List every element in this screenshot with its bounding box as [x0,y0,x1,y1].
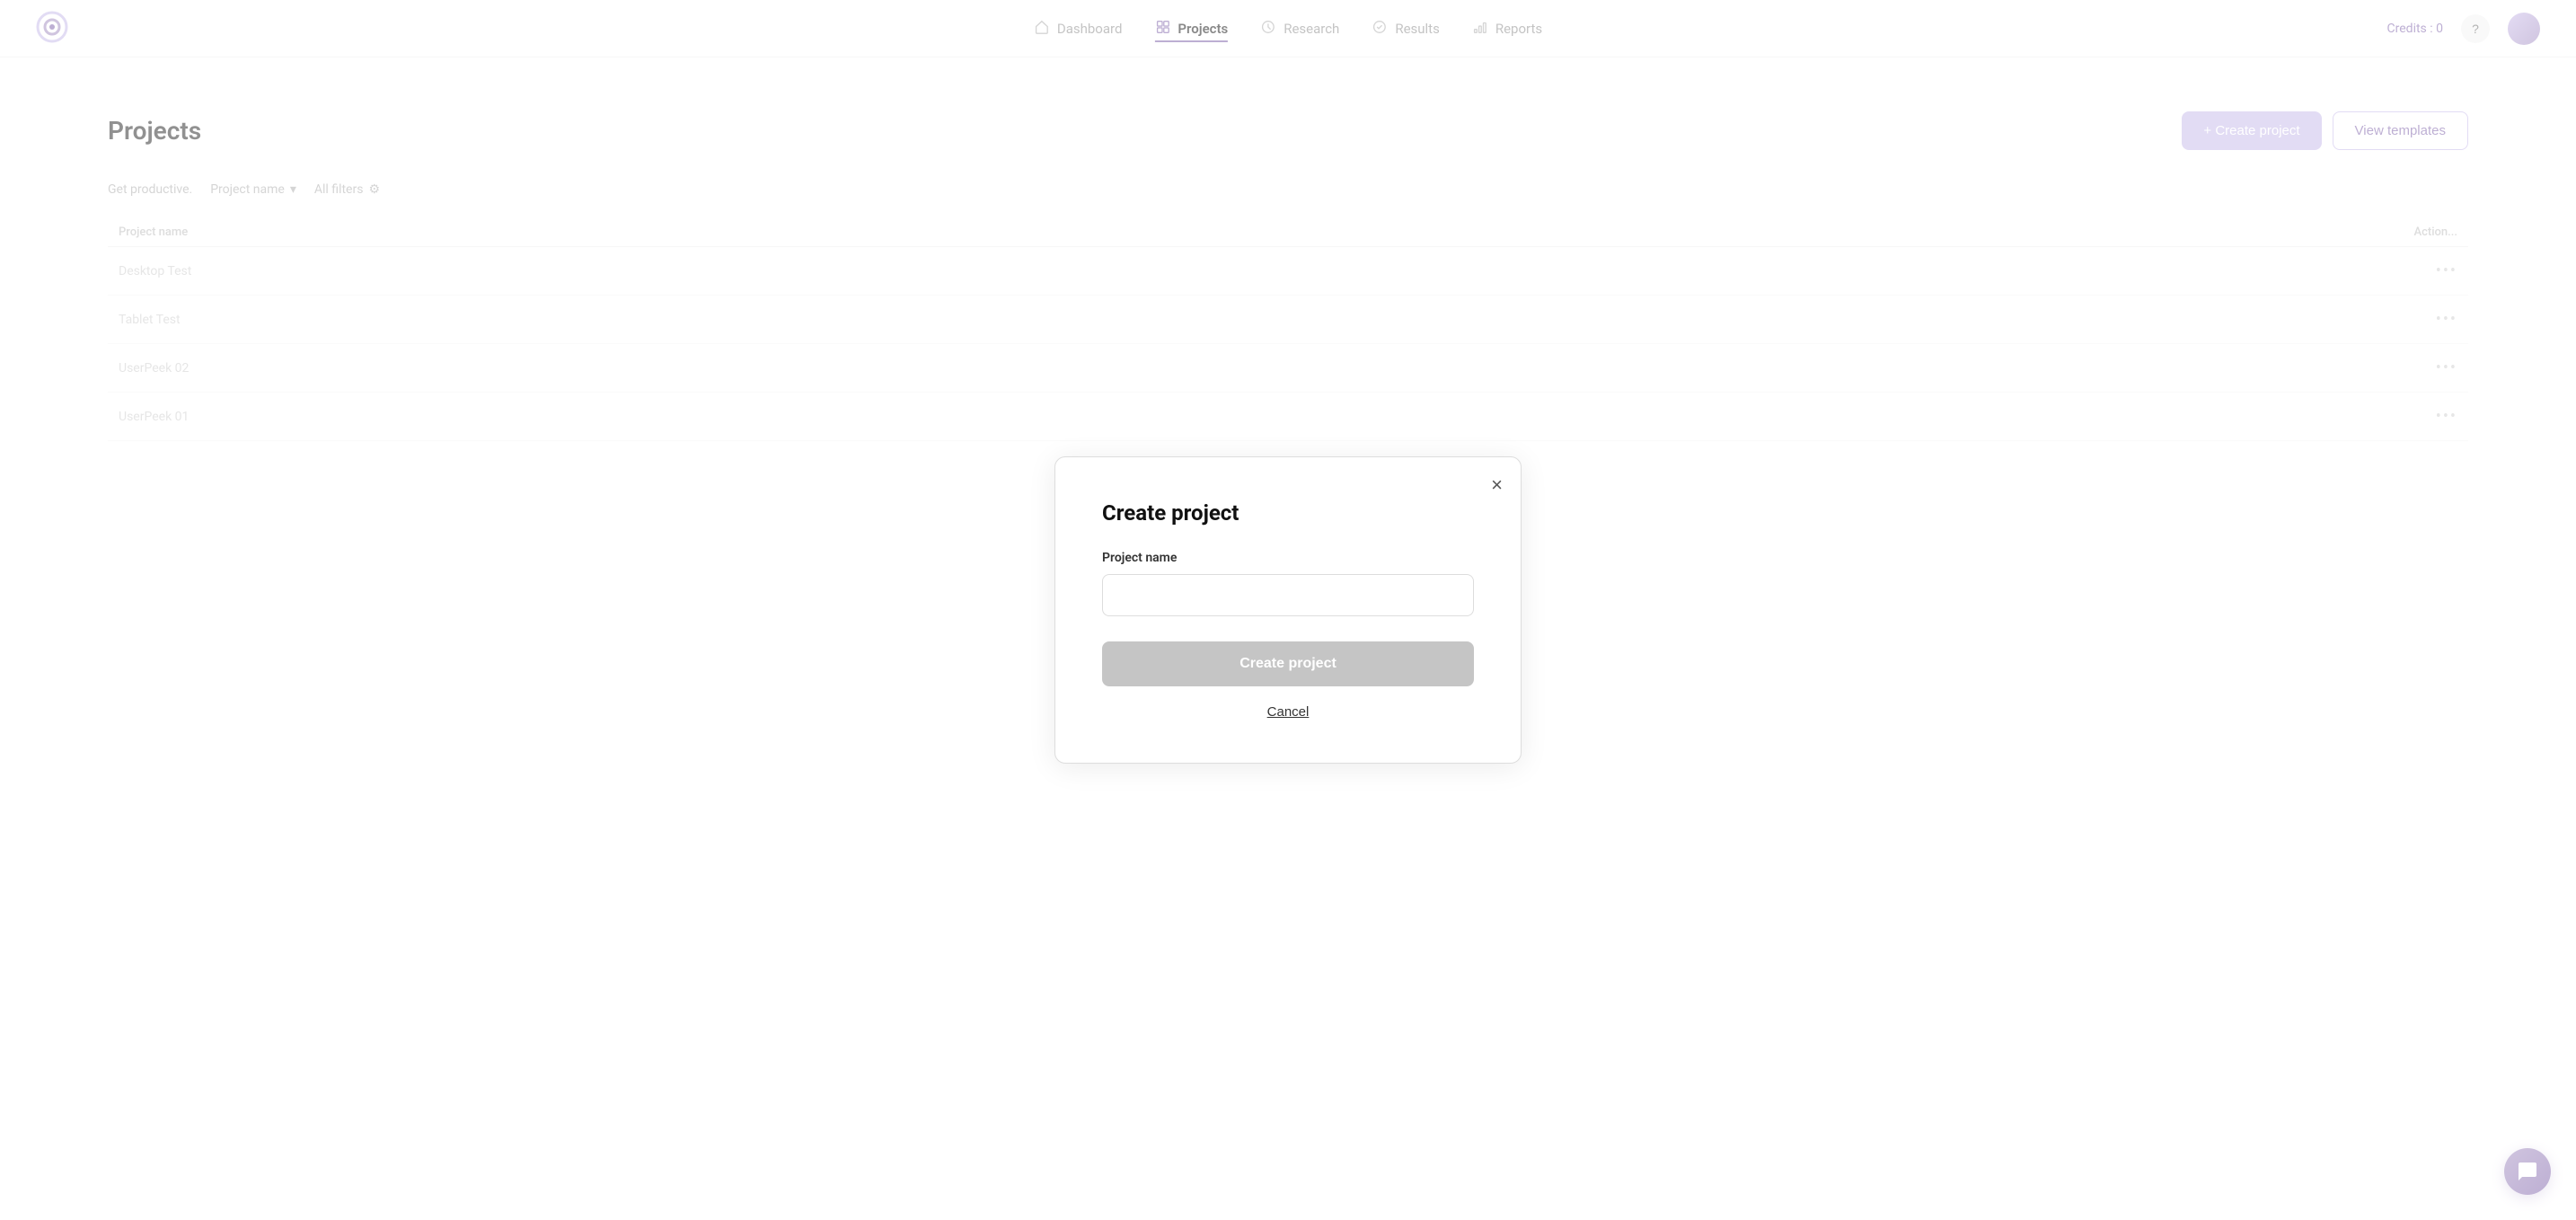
create-project-modal: × Create project Project name Create pro… [1054,456,1522,764]
modal-title: Create project [1102,500,1474,526]
modal-field-label: Project name [1102,551,1474,565]
modal-overlay[interactable]: × Create project Project name Create pro… [0,0,2576,1220]
project-name-input[interactable] [1102,574,1474,616]
modal-close-button[interactable]: × [1491,475,1503,495]
modal-submit-button[interactable]: Create project [1102,641,1474,686]
modal-cancel-button[interactable]: Cancel [1102,704,1474,720]
